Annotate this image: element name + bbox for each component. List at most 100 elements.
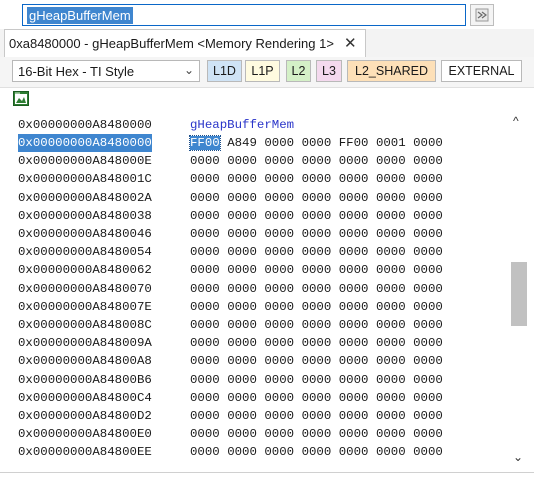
memory-word[interactable]: 0000 xyxy=(190,300,220,314)
layer-button-l1p[interactable]: L1P xyxy=(245,60,280,82)
memory-word[interactable]: 0000 xyxy=(376,154,406,168)
memory-word[interactable]: 0000 xyxy=(376,209,406,223)
memory-word[interactable]: 0000 xyxy=(302,172,332,186)
memory-word[interactable]: 0000 xyxy=(190,445,220,459)
close-icon[interactable]: ✕ xyxy=(344,36,357,51)
memory-word[interactable]: 0000 xyxy=(227,263,257,277)
memory-word[interactable]: 0000 xyxy=(339,263,369,277)
memory-word[interactable]: 0000 xyxy=(302,354,332,368)
memory-row-address[interactable]: 0x00000000A84800C4 xyxy=(18,389,152,407)
memory-word[interactable]: 0000 xyxy=(376,191,406,205)
layer-button-external[interactable]: EXTERNAL xyxy=(441,60,522,82)
memory-word[interactable]: 0000 xyxy=(376,445,406,459)
memory-word[interactable]: 0000 xyxy=(302,373,332,387)
memory-row-address[interactable]: 0x00000000A8480070 xyxy=(18,280,152,298)
memory-word[interactable]: 0000 xyxy=(264,354,294,368)
memory-word[interactable]: 0000 xyxy=(376,318,406,332)
memory-word[interactable]: 0000 xyxy=(227,191,257,205)
memory-word[interactable]: 0000 xyxy=(339,154,369,168)
memory-word[interactable]: 0000 xyxy=(413,263,443,277)
go-button[interactable] xyxy=(470,4,494,26)
memory-row-address[interactable]: 0x00000000A848002A xyxy=(18,189,152,207)
memory-row-address[interactable]: 0x00000000A848001C xyxy=(18,170,152,188)
memory-word[interactable]: 0000 xyxy=(339,172,369,186)
memory-word[interactable]: 0000 xyxy=(264,154,294,168)
memory-word[interactable]: 0000 xyxy=(264,263,294,277)
memory-word[interactable]: 0000 xyxy=(339,354,369,368)
memory-row-address[interactable]: 0x00000000A84800B6 xyxy=(18,371,152,389)
memory-word[interactable]: 0000 xyxy=(376,227,406,241)
memory-word[interactable]: 0000 xyxy=(264,445,294,459)
memory-word[interactable]: 0000 xyxy=(302,282,332,296)
memory-word[interactable]: 0000 xyxy=(227,427,257,441)
memory-word[interactable]: 0000 xyxy=(190,172,220,186)
memory-word[interactable]: 0000 xyxy=(302,191,332,205)
memory-word[interactable]: 0000 xyxy=(302,227,332,241)
memory-word[interactable]: 0000 xyxy=(190,227,220,241)
memory-word[interactable]: 0000 xyxy=(264,172,294,186)
memory-row-address[interactable]: 0x00000000A848008C xyxy=(18,316,152,334)
memory-row-address[interactable]: 0x00000000A84800A8 xyxy=(18,352,152,370)
memory-word[interactable]: 0000 xyxy=(227,391,257,405)
memory-word[interactable]: 0000 xyxy=(413,354,443,368)
memory-word[interactable]: 0000 xyxy=(413,391,443,405)
layer-button-l1d[interactable]: L1D xyxy=(207,60,242,82)
memory-word[interactable]: 0000 xyxy=(413,172,443,186)
memory-row-address[interactable]: 0x00000000A8480046 xyxy=(18,225,152,243)
memory-word[interactable]: 0000 xyxy=(302,391,332,405)
memory-word[interactable]: 0000 xyxy=(339,427,369,441)
memory-word[interactable]: 0000 xyxy=(264,209,294,223)
memory-word[interactable]: 0000 xyxy=(413,336,443,350)
memory-word[interactable]: 0000 xyxy=(339,409,369,423)
memory-word[interactable]: 0000 xyxy=(190,209,220,223)
memory-word[interactable]: A849 xyxy=(227,136,257,150)
memory-word[interactable]: 0000 xyxy=(190,318,220,332)
memory-word[interactable]: 0000 xyxy=(376,263,406,277)
scroll-up-icon[interactable]: ^ xyxy=(513,114,519,128)
memory-word[interactable]: 0000 xyxy=(376,354,406,368)
memory-map-icon[interactable] xyxy=(13,91,29,106)
memory-word[interactable]: 0000 xyxy=(227,172,257,186)
memory-word[interactable]: 0000 xyxy=(227,282,257,296)
memory-row-address[interactable]: 0x00000000A848000E xyxy=(18,152,152,170)
memory-word[interactable]: 0000 xyxy=(302,263,332,277)
memory-word[interactable]: 0000 xyxy=(227,245,257,259)
memory-word[interactable]: 0000 xyxy=(190,427,220,441)
memory-row-address[interactable]: 0x00000000A848007E xyxy=(18,298,152,316)
memory-row-address[interactable]: 0x00000000A84800D2 xyxy=(18,407,152,425)
memory-word[interactable]: 0000 xyxy=(413,318,443,332)
memory-row-address[interactable]: 0x00000000A8480054 xyxy=(18,243,152,261)
memory-word[interactable]: 0000 xyxy=(302,136,332,150)
memory-word[interactable]: 0000 xyxy=(339,300,369,314)
memory-word[interactable]: 0000 xyxy=(376,409,406,423)
memory-word[interactable]: 0000 xyxy=(413,445,443,459)
memory-word[interactable]: 0000 xyxy=(376,172,406,186)
memory-word[interactable]: 0000 xyxy=(264,318,294,332)
expression-input[interactable]: gHeapBufferMem xyxy=(22,4,466,26)
memory-word[interactable]: 0000 xyxy=(227,445,257,459)
memory-word[interactable]: 0000 xyxy=(264,427,294,441)
memory-word[interactable]: 0000 xyxy=(190,336,220,350)
memory-word[interactable]: 0000 xyxy=(227,409,257,423)
memory-word[interactable]: 0000 xyxy=(302,300,332,314)
memory-word[interactable]: 0000 xyxy=(190,263,220,277)
memory-word[interactable]: 0000 xyxy=(264,300,294,314)
memory-word[interactable]: 0000 xyxy=(339,318,369,332)
scroll-down-icon[interactable]: ⌄ xyxy=(513,450,523,464)
format-select[interactable]: 16-Bit Hex - TI Style ⌄ xyxy=(12,60,200,82)
memory-word[interactable]: 0000 xyxy=(190,354,220,368)
memory-word[interactable]: 0000 xyxy=(190,191,220,205)
memory-word[interactable]: 0000 xyxy=(339,209,369,223)
memory-word[interactable]: 0000 xyxy=(339,191,369,205)
memory-word[interactable]: 0000 xyxy=(190,245,220,259)
memory-word[interactable]: 0000 xyxy=(339,391,369,405)
memory-word[interactable]: 0000 xyxy=(413,154,443,168)
memory-word[interactable]: 0000 xyxy=(413,373,443,387)
memory-word[interactable]: 0000 xyxy=(227,154,257,168)
memory-word[interactable]: 0000 xyxy=(339,373,369,387)
memory-word[interactable]: 0000 xyxy=(302,445,332,459)
memory-word[interactable]: 0000 xyxy=(339,282,369,296)
memory-word[interactable]: 0000 xyxy=(264,282,294,296)
memory-word[interactable]: 0000 xyxy=(413,427,443,441)
memory-word[interactable]: 0000 xyxy=(413,209,443,223)
